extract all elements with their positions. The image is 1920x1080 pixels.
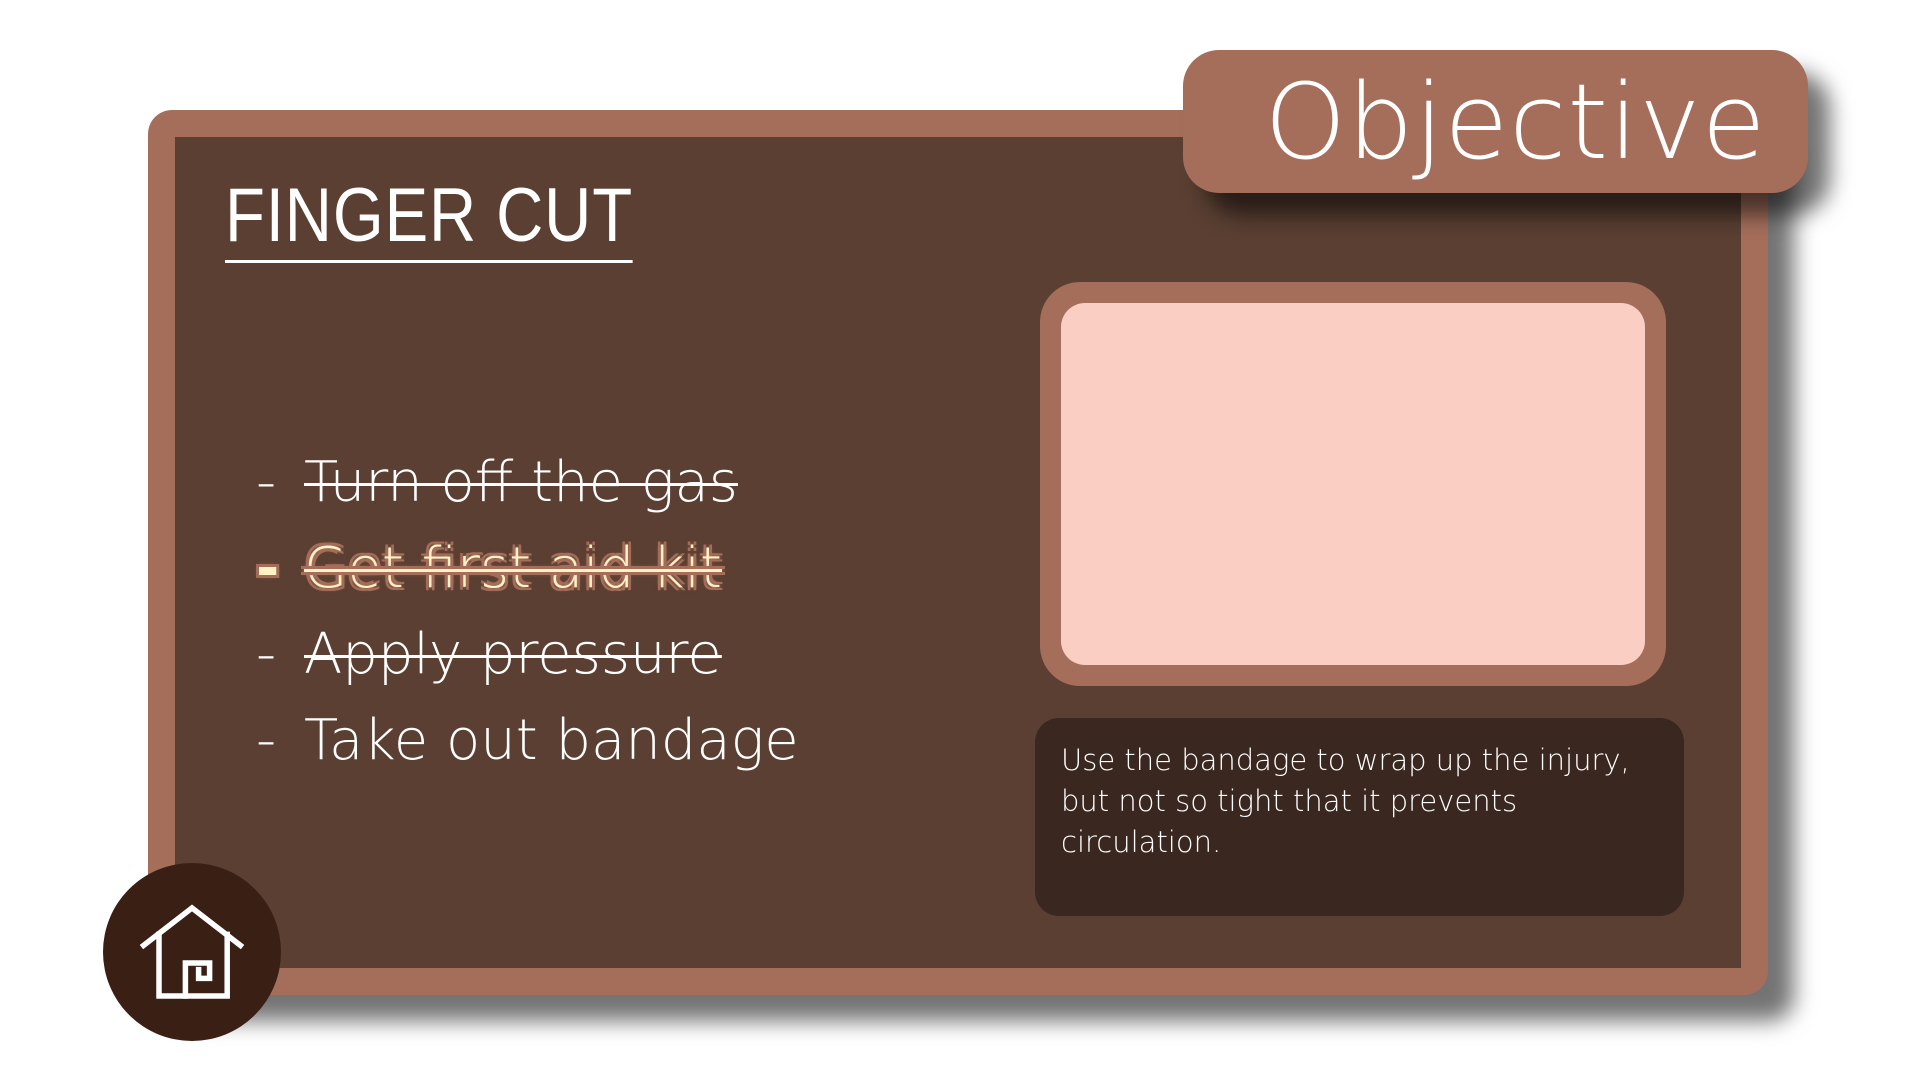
objective-label: Objective [1264, 60, 1767, 183]
illustration-panel [1061, 303, 1645, 665]
instruction-line: Use the bandage to wrap up the injury, [1061, 743, 1630, 777]
task-item-take-out-bandage: - Take out bandage [256, 698, 799, 784]
task-bullet: - [256, 622, 277, 687]
illustration-frame [1040, 282, 1666, 686]
task-text: Turn off the gas [304, 450, 738, 515]
task-bullet: - [256, 536, 280, 601]
home-button[interactable] [103, 863, 281, 1041]
task-list: - Turn off the gas - Get first aid kit -… [256, 440, 799, 784]
page-title: FINGER CUT [225, 178, 634, 263]
task-item-turn-off-gas: - Turn off the gas [256, 440, 799, 526]
task-text: Apply pressure [304, 622, 722, 687]
task-item-apply-pressure: - Apply pressure [256, 612, 799, 698]
task-item-get-first-aid-kit: - Get first aid kit [256, 526, 799, 612]
task-bullet: - [256, 708, 277, 773]
objective-tab: Objective [1183, 50, 1808, 193]
task-bullet: - [256, 450, 277, 515]
instruction-line: but not so tight that it prevents circul… [1061, 784, 1518, 859]
home-icon [139, 904, 245, 999]
task-text: Get first aid kit [304, 536, 723, 601]
task-text: Take out bandage [304, 708, 799, 773]
instruction-box: Use the bandage to wrap up the injury, b… [1035, 718, 1684, 916]
